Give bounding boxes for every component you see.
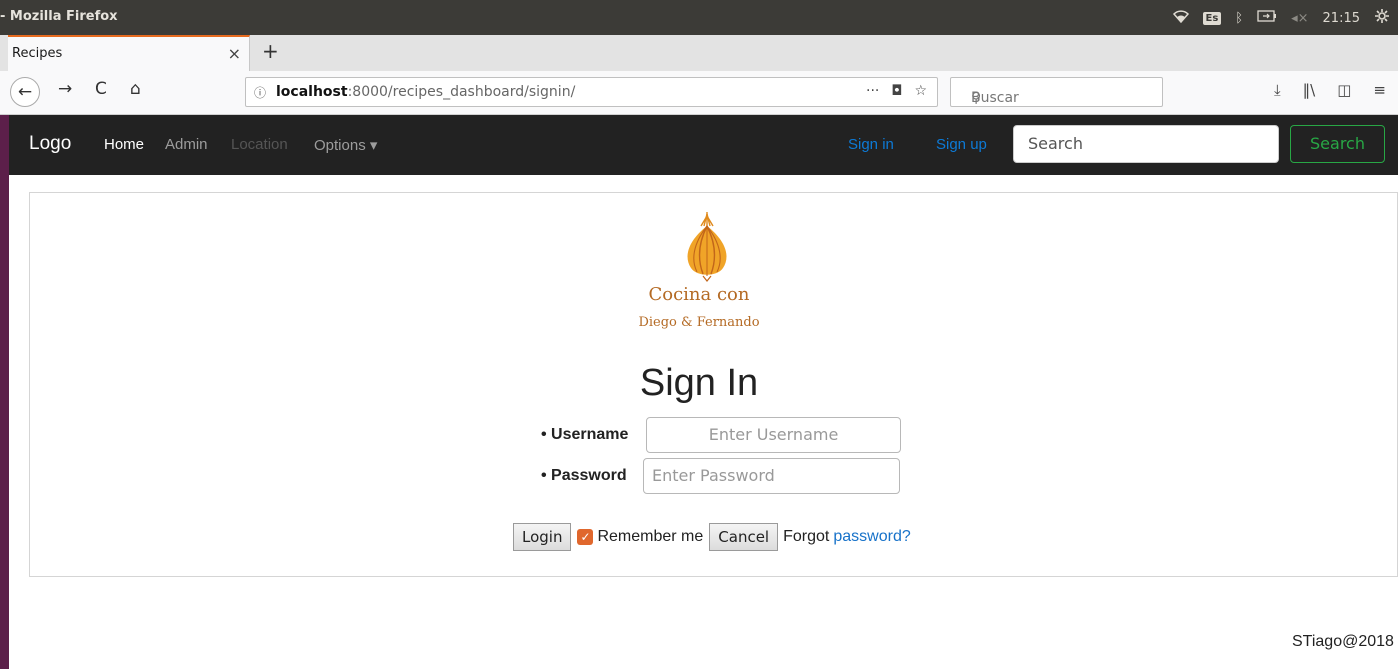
nav-link-sign-up[interactable]: Sign up	[936, 136, 987, 153]
forgot-password-link[interactable]: password?	[833, 528, 910, 546]
remember-me-checkbox[interactable]: ✓	[577, 529, 594, 545]
window-edge	[0, 175, 9, 669]
browser-search-input[interactable]: ⚲ Buscar	[950, 77, 1163, 107]
form-actions: Login ✓ Remember me Cancel Forgot passwo…	[513, 523, 911, 551]
info-icon[interactable]: ⓘ	[254, 84, 266, 101]
new-tab-plus-icon[interactable]: +	[262, 39, 279, 63]
toolbar-icons: ⤓ ‖\ ◫ ≡	[1274, 81, 1386, 99]
sidebar-icon[interactable]: ◫	[1337, 81, 1351, 99]
library-icon[interactable]: ‖\	[1303, 81, 1316, 99]
nav-link-admin[interactable]: Admin	[165, 136, 208, 153]
forgot-text: Forgot	[783, 528, 830, 545]
site-navbar: Logo Home Admin Location Options ▾ Sign …	[9, 115, 1398, 175]
nav-dropdown-options[interactable]: Options ▾	[314, 136, 377, 154]
nav-link-location[interactable]: Location	[231, 136, 288, 153]
site-brand-logo[interactable]: Logo	[29, 133, 71, 155]
volume-muted-icon[interactable]: ◂×	[1291, 11, 1308, 26]
footer-credit: STiago@2018	[1292, 633, 1394, 650]
close-icon[interactable]: ×	[228, 44, 241, 63]
pocket-icon[interactable]: ◘	[891, 83, 902, 99]
reload-icon[interactable]: C	[95, 79, 107, 99]
os-top-bar: - Mozilla Firefox Es ᛒ ◂× 21:15	[0, 0, 1398, 35]
menu-icon[interactable]: ≡	[1373, 81, 1386, 99]
username-input[interactable]: Enter Username	[646, 417, 901, 453]
url-bar[interactable]: ⓘ localhost:8000/recipes_dashboard/signi…	[245, 77, 938, 107]
window-edge-top	[0, 115, 9, 175]
bookmark-star-icon[interactable]: ☆	[914, 83, 927, 99]
keyboard-layout-indicator[interactable]: Es	[1202, 11, 1222, 25]
password-input[interactable]: Enter Password	[643, 458, 900, 494]
home-icon[interactable]: ⌂	[130, 79, 141, 99]
username-label: Username	[541, 426, 628, 444]
url-text[interactable]: localhost:8000/recipes_dashboard/signin/	[276, 84, 575, 100]
url-actions: ··· ◘ ☆	[866, 83, 927, 99]
clock[interactable]: 21:15	[1323, 11, 1360, 26]
more-actions-icon[interactable]: ···	[866, 83, 879, 99]
site-search-button[interactable]: Search	[1290, 125, 1385, 163]
back-arrow-icon[interactable]: ←	[10, 77, 40, 107]
logo-text-line2: Diego & Fernando	[638, 315, 760, 330]
browser-tab-recipes[interactable]: Recipes ×	[8, 35, 250, 71]
login-button[interactable]: Login	[513, 523, 572, 551]
tab-title: Recipes	[12, 46, 63, 61]
battery-icon[interactable]	[1257, 10, 1277, 26]
window-title: - Mozilla Firefox	[0, 9, 118, 24]
site-search-input[interactable]: Search	[1013, 125, 1279, 163]
onion-logo-icon	[687, 212, 727, 282]
forward-arrow-icon[interactable]: →	[58, 79, 72, 99]
cancel-button[interactable]: Cancel	[709, 523, 779, 551]
logo-text-line1: Cocina con	[648, 284, 750, 305]
wifi-icon[interactable]	[1172, 9, 1189, 27]
bluetooth-icon[interactable]: ᛒ	[1235, 11, 1243, 26]
page-title: Sign In	[639, 362, 759, 404]
nav-link-home[interactable]: Home	[104, 136, 144, 153]
nav-link-sign-in[interactable]: Sign in	[848, 136, 894, 153]
browser-tab-strip: Recipes × +	[0, 35, 1398, 71]
system-tray: Es ᛒ ◂× 21:15	[1172, 8, 1391, 28]
browser-navigation-bar: ← → C ⌂ ⓘ localhost:8000/recipes_dashboa…	[0, 71, 1398, 115]
password-label: Password	[541, 467, 627, 485]
download-icon[interactable]: ⤓	[1274, 81, 1281, 99]
remember-me-label: Remember me	[597, 528, 704, 545]
gear-icon[interactable]	[1374, 8, 1390, 28]
